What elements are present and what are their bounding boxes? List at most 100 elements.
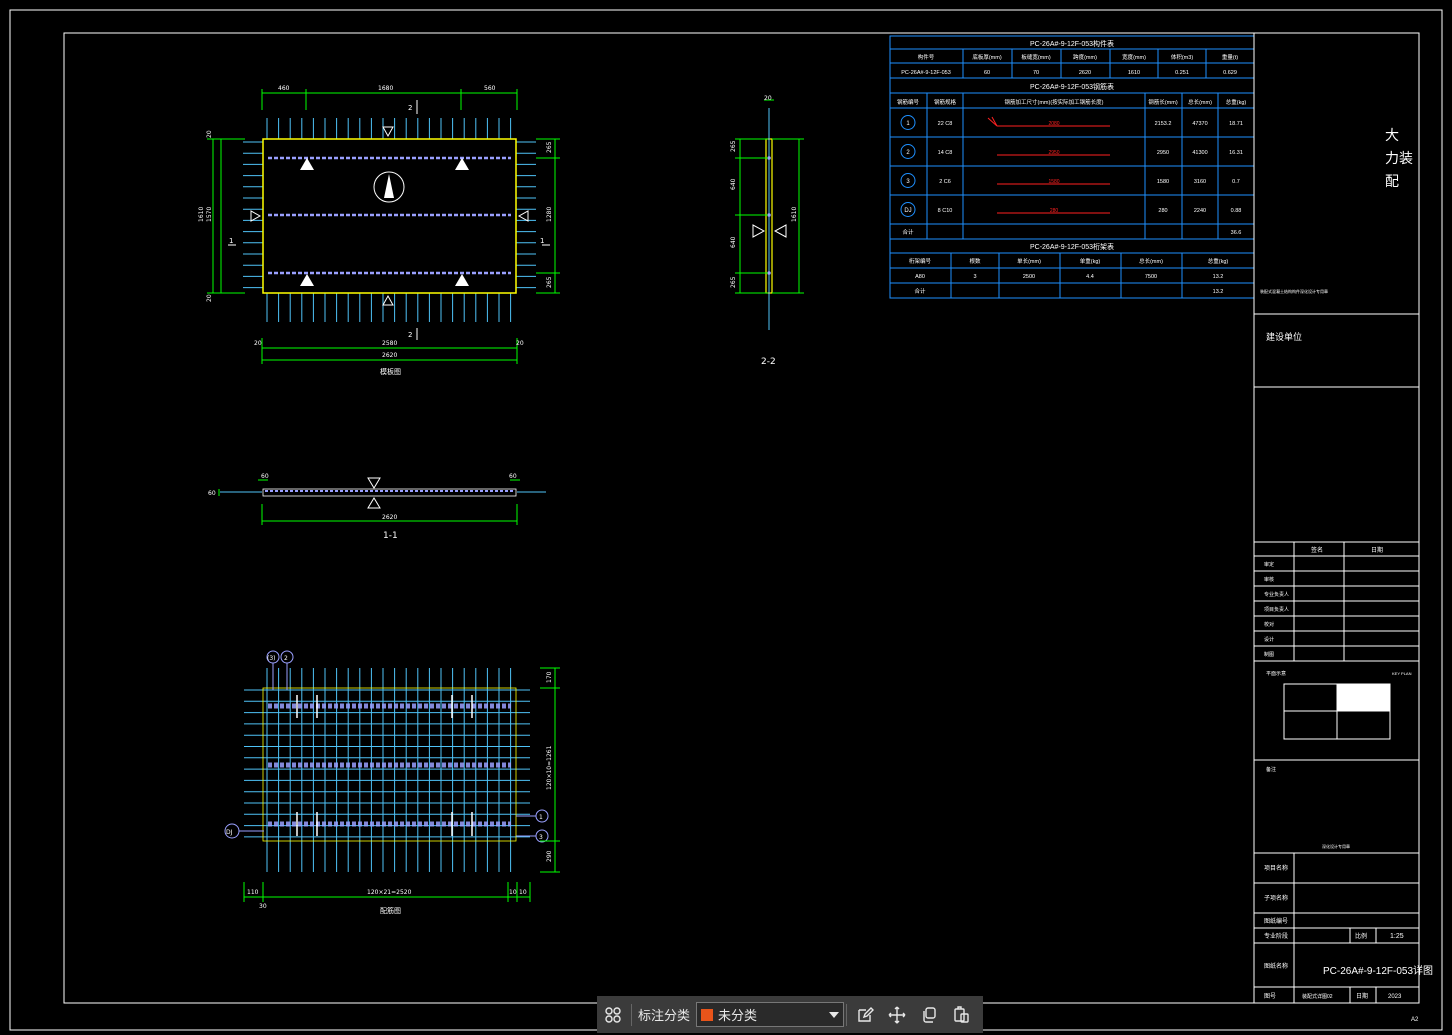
paper-size: A2 bbox=[1411, 1017, 1419, 1023]
dim-text: 60 bbox=[509, 473, 517, 480]
edit-icon[interactable] bbox=[849, 996, 881, 1033]
table-header: 总重(kg) bbox=[1226, 98, 1247, 106]
rebar-length-label: 2950 bbox=[1048, 150, 1059, 156]
grid-icon[interactable] bbox=[597, 996, 629, 1033]
paste-icon[interactable] bbox=[945, 996, 977, 1033]
dim-text: 20 bbox=[516, 340, 524, 347]
section-1-1[interactable]: 60 60 60 2620 1-1 bbox=[208, 473, 546, 541]
table-cell: 18.71 bbox=[1229, 121, 1243, 127]
table-cell: 41300 bbox=[1192, 150, 1207, 156]
table-cell: 3 bbox=[906, 179, 910, 185]
dim-text: 2620 bbox=[382, 514, 397, 521]
company-name: 大 bbox=[1385, 127, 1399, 143]
sign-row-label: 审核 bbox=[1264, 576, 1274, 583]
table-header: 钢筋长(mm) bbox=[1148, 98, 1177, 106]
table-header: 总重(kg) bbox=[1208, 257, 1229, 265]
table-cell: 36.6 bbox=[1231, 230, 1242, 236]
table-cell: 3 bbox=[973, 274, 976, 280]
table-cell: 8 C10 bbox=[938, 208, 953, 214]
table-cell: 16.31 bbox=[1229, 150, 1243, 156]
copy-icon[interactable] bbox=[913, 996, 945, 1033]
key-plan-highlight bbox=[1337, 684, 1390, 711]
view-title: 模板图 bbox=[380, 367, 401, 376]
section-mark-icon bbox=[773, 224, 787, 238]
rebar-plan-dimensions bbox=[243, 667, 560, 902]
chevron-down-icon bbox=[829, 1011, 840, 1018]
table-cell: 2500 bbox=[1023, 274, 1035, 280]
bubble-text: 2 bbox=[284, 655, 288, 662]
outer-frame bbox=[9, 9, 1443, 1031]
sign-header: 日期 bbox=[1371, 546, 1383, 554]
design-unit-label: 建设单位 bbox=[1266, 331, 1302, 342]
table-cell: 1580 bbox=[1157, 179, 1169, 185]
rebar-length-label: 1580 bbox=[1048, 179, 1059, 185]
dim-text: 120×21=2520 bbox=[367, 889, 412, 896]
dim-text: 560 bbox=[484, 85, 496, 92]
project-name-label: 项目名称 bbox=[1264, 864, 1288, 872]
dim-text: 265 bbox=[546, 276, 553, 288]
category-dropdown[interactable]: 未分类 bbox=[696, 1002, 845, 1027]
table-cell: 0.629 bbox=[1223, 70, 1237, 76]
section11-dimensions bbox=[218, 479, 520, 525]
company-name: 配 bbox=[1385, 173, 1399, 189]
dim-text: 20 bbox=[254, 340, 262, 347]
dim-text: 120×10=1261 bbox=[546, 745, 553, 790]
sign-row-label: 审定 bbox=[1264, 561, 1274, 568]
dim-text: 640 bbox=[730, 236, 737, 248]
sign-row-label: 校对 bbox=[1264, 621, 1274, 628]
toolbar-separator bbox=[631, 1003, 632, 1026]
table-header: 钢筋规格 bbox=[934, 98, 957, 106]
schedule-tables[interactable]: PC-26A#-9-12F-053构件表 构件号 底板厚(mm) 板缝宽(mm)… bbox=[889, 35, 1255, 299]
table-cell: 22 C8 bbox=[938, 121, 953, 127]
table-header: 重量(t) bbox=[1222, 53, 1238, 61]
company-name: 力装 bbox=[1385, 150, 1413, 166]
table-cell: 4.4 bbox=[1086, 274, 1094, 280]
sign-row-label: 专业负责人 bbox=[1264, 591, 1289, 598]
table-cell: DJ bbox=[904, 208, 911, 214]
table-cell: A80 bbox=[915, 274, 925, 280]
title-block[interactable]: 大 力装 配 装配式混凝土结构构件深化设计专用章 建设单位 签名 日期 审定审核… bbox=[1253, 33, 1433, 1023]
annotation-toolbar: 标注分类 未分类 bbox=[597, 996, 983, 1033]
table-cell: 2240 bbox=[1194, 208, 1206, 214]
scale-label: 比例 bbox=[1355, 932, 1367, 940]
table-cell: 2620 bbox=[1079, 70, 1091, 76]
lift-point-icon bbox=[300, 274, 314, 286]
table-cell: 0.88 bbox=[1231, 208, 1242, 214]
view-title: 1-1 bbox=[383, 531, 398, 541]
drawing-name: PC-26A#-9-12F-053详图 bbox=[1323, 964, 1433, 977]
table-title: PC-26A#-9-12F-053构件表 bbox=[1030, 39, 1114, 48]
remark-label: 备注 bbox=[1266, 766, 1276, 773]
lift-point-icon bbox=[455, 158, 469, 170]
section-mark-icon bbox=[367, 477, 381, 489]
section-mark-icon bbox=[517, 210, 529, 222]
table-cell: 7500 bbox=[1145, 274, 1157, 280]
dim-text: 1680 bbox=[378, 85, 393, 92]
table-cell: 14 C8 bbox=[938, 150, 953, 156]
dim-text: 265 bbox=[730, 276, 737, 288]
move-icon[interactable] bbox=[881, 996, 913, 1033]
lift-point-icon bbox=[455, 274, 469, 286]
rebar-plan-view[interactable]: (3) 2 1 3 DJ 170 120×10=1261 290 110 120… bbox=[224, 650, 560, 915]
dim-text: 2620 bbox=[382, 352, 397, 359]
dim-text: 20 bbox=[206, 294, 213, 302]
north-arrow-head bbox=[384, 174, 394, 198]
plan-view[interactable]: 2 2 1 1 460 1680 560 265 1280 265 1610 1… bbox=[198, 85, 560, 376]
dim-text: 60 bbox=[261, 473, 269, 480]
section-2-2[interactable]: 20 265 640 640 265 1610 2-2 bbox=[730, 95, 804, 367]
table-header: 总长(mm) bbox=[1139, 257, 1163, 265]
rebar-hook bbox=[991, 116, 998, 127]
table-cell: 13.2 bbox=[1213, 289, 1224, 295]
dim-text: 10 bbox=[509, 889, 517, 896]
dim-text: 2580 bbox=[382, 340, 397, 347]
dim-text: 265 bbox=[730, 140, 737, 152]
dim-text: 640 bbox=[730, 178, 737, 190]
table-header: 单长(mm) bbox=[1017, 257, 1041, 265]
rebar-length-label: 2080 bbox=[1048, 121, 1059, 127]
toolbar-separator bbox=[846, 1003, 848, 1026]
table-header: 根数 bbox=[969, 257, 981, 265]
stamp-note: 装配式混凝土结构构件深化设计专用章 bbox=[1260, 288, 1328, 294]
section-mark-icon bbox=[752, 224, 766, 238]
cad-canvas[interactable]: 2 2 1 1 460 1680 560 265 1280 265 1610 1… bbox=[0, 0, 1452, 1035]
table-cell: 合计 bbox=[914, 287, 926, 295]
table-title: PC-26A#-9-12F-053桁架表 bbox=[1030, 242, 1114, 251]
